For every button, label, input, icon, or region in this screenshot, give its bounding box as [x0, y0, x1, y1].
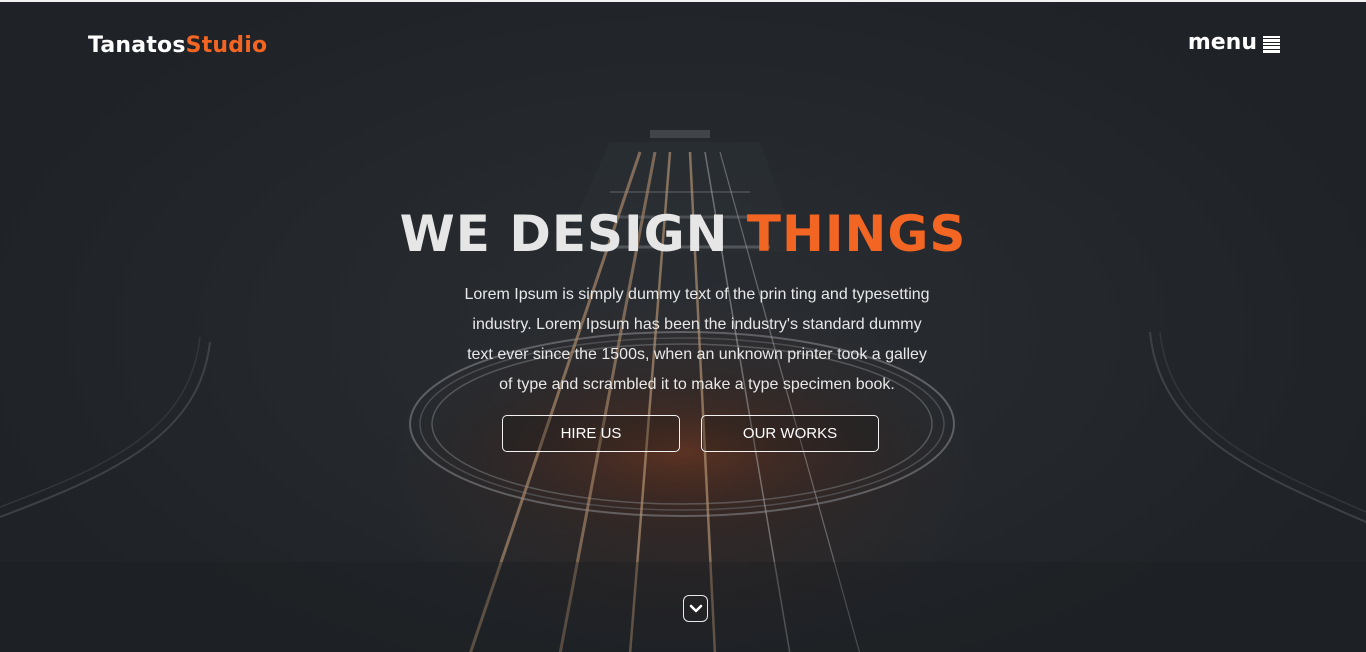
- hero-section: TanatosStudio menu WE DESIGN THINGS Lore…: [0, 0, 1366, 652]
- menu-button[interactable]: menu: [1188, 30, 1280, 55]
- headline-accent: THINGS: [746, 205, 967, 263]
- hire-us-button[interactable]: HIRE US: [502, 415, 680, 452]
- description-line: Lorem Ipsum is simply dummy text of the …: [464, 286, 930, 303]
- hamburger-icon: [1263, 35, 1280, 53]
- description-line: text ever since the 1500s, when an unkno…: [467, 346, 927, 363]
- hero-headline: WE DESIGN THINGS: [0, 204, 1366, 264]
- brand-name-accent: Studio: [185, 33, 268, 58]
- our-works-button[interactable]: OUR WORKS: [701, 415, 879, 452]
- description-line: of type and scrambled it to make a type …: [499, 376, 895, 393]
- scroll-down-button[interactable]: [683, 595, 708, 622]
- brand-logo[interactable]: TanatosStudio: [88, 33, 267, 58]
- brand-name-primary: Tanatos: [88, 33, 186, 58]
- description-line: industry. Lorem Ipsum has been the indus…: [472, 316, 922, 333]
- menu-label: menu: [1187, 30, 1257, 55]
- chevron-down-icon: [689, 604, 702, 612]
- hero-description: Lorem Ipsum is simply dummy text of the …: [433, 280, 961, 400]
- headline-primary: WE DESIGN: [399, 205, 729, 263]
